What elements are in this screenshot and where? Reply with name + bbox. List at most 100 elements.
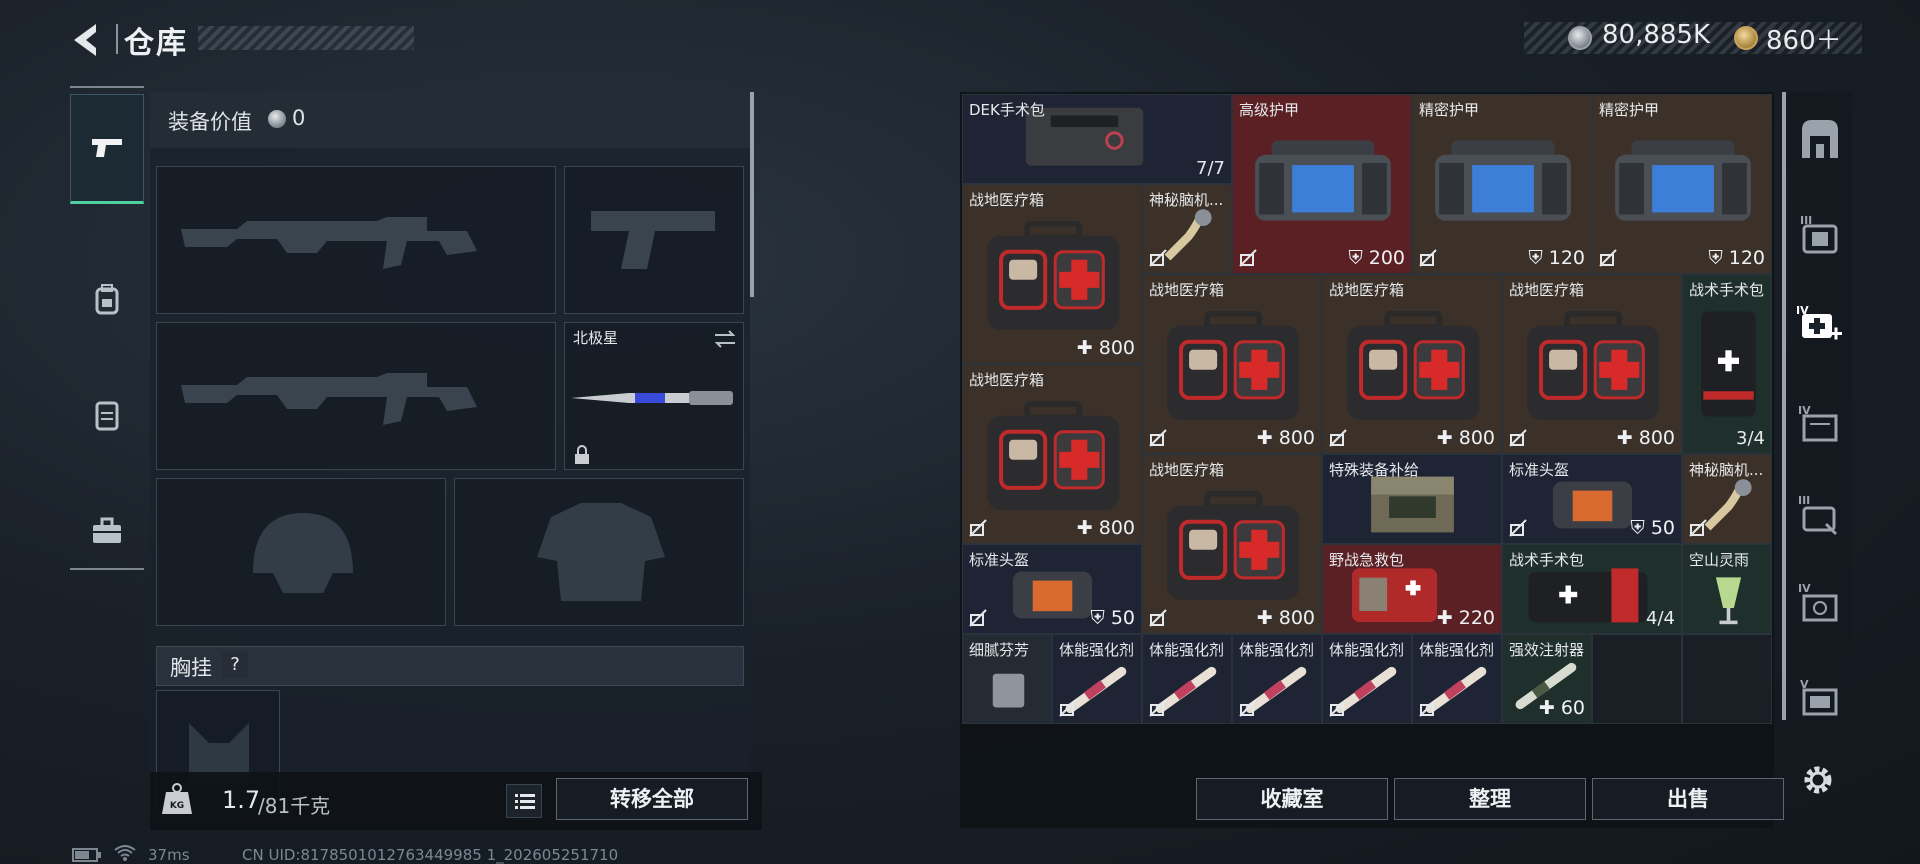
storage-icon [1802, 120, 1838, 158]
inventory-item[interactable]: 体能强化剂 [1052, 634, 1142, 724]
inventory-item[interactable]: 特殊装备补给 [1322, 454, 1502, 544]
item-value-prefix: ✚ [1538, 697, 1561, 719]
inventory-item[interactable]: 战地医疗箱 ✚ 800 [1322, 274, 1502, 454]
item-value: ⛨ 50 [1091, 607, 1135, 629]
help-icon[interactable]: ? [222, 652, 248, 678]
tab-tier5-gear[interactable]: V [1788, 660, 1852, 740]
no-trade-icon [1149, 699, 1167, 717]
tab-backpack[interactable] [70, 242, 144, 356]
item-name: 体能强化剂 [1239, 641, 1315, 659]
body-armor-icon [1615, 140, 1751, 221]
tab-tier4-medical[interactable]: IV [1788, 284, 1852, 370]
item-value-number: 800 [1638, 427, 1675, 449]
page-title: 仓库 [124, 26, 188, 61]
inventory-item[interactable]: 体能强化剂 [1322, 634, 1412, 724]
tab-tier4-supplies[interactable]: IV [1788, 384, 1852, 470]
body-armor-icon [1255, 140, 1391, 221]
secondary-weapon-slot[interactable] [156, 322, 556, 470]
sell-button[interactable]: 出售 [1592, 778, 1784, 820]
equipment-category-tabs [70, 86, 144, 570]
inventory-item[interactable]: 体能强化剂 [1142, 634, 1232, 724]
tab-weapons[interactable] [70, 94, 144, 204]
inventory-item[interactable]: 空山灵雨 [1682, 544, 1772, 634]
item-value-number: 120 [1548, 247, 1585, 269]
glass-icon [992, 673, 1024, 707]
inventory-item[interactable]: 标准头盔 ⛨ 50 [962, 544, 1142, 634]
item-count: 7/7 [1196, 158, 1225, 179]
no-trade-icon [1329, 429, 1347, 447]
drink-icon [1715, 577, 1741, 625]
tab-tier3-tools[interactable]: III [1788, 474, 1852, 560]
transfer-all-button[interactable]: 转移全部 [556, 778, 748, 820]
no-trade-icon [1149, 429, 1167, 447]
inventory-item[interactable]: 神秘脑机... [1142, 184, 1232, 274]
item-name: 体能强化剂 [1149, 641, 1225, 659]
tab-all-storage[interactable] [1788, 100, 1852, 186]
empty-inventory-slot[interactable] [1592, 634, 1682, 724]
chest-rig-label: 胸挂 [170, 656, 212, 680]
inventory-item[interactable]: 精密护甲 ⛨ 120 [1592, 94, 1772, 274]
inventory-item[interactable]: 标准头盔 ⛨ 50 [1502, 454, 1682, 544]
item-name: 精密护甲 [1419, 101, 1480, 119]
item-name: 特殊装备补给 [1329, 461, 1420, 479]
gold-currency-amount[interactable]: 860＋ [1766, 20, 1842, 57]
inventory-item[interactable]: 体能强化剂 [1232, 634, 1322, 724]
inventory-item[interactable]: 战地医疗箱 ✚ 800 [1142, 274, 1322, 454]
tab-tier3-gear[interactable]: III [1788, 194, 1852, 280]
inventory-item[interactable]: 神秘脑机... [1682, 454, 1772, 544]
backpack-icon [95, 284, 119, 315]
inventory-item[interactable]: 高级护甲 ⛨ 200 [1232, 94, 1412, 274]
tab-vest[interactable] [70, 358, 144, 472]
collection-room-button[interactable]: 收藏室 [1196, 778, 1388, 820]
item-name: 战地医疗箱 [1509, 281, 1585, 299]
tier4-medical-icon: IV [1796, 304, 1842, 340]
medical-box-icon [986, 401, 1120, 510]
tactical-surgery-bag-icon [1700, 311, 1756, 417]
back-button[interactable] [66, 18, 110, 62]
item-name: 战地医疗箱 [1329, 281, 1405, 299]
item-name: 精密护甲 [1599, 101, 1660, 119]
title-separator [116, 24, 118, 54]
inventory-scrollbar[interactable] [1782, 92, 1786, 720]
item-name: DEK手术包 [969, 101, 1045, 119]
item-name: 细腻芬芳 [969, 641, 1030, 659]
list-view-button[interactable] [506, 784, 542, 818]
equipment-scrollbar[interactable] [750, 92, 754, 297]
armor-slot[interactable] [454, 478, 744, 626]
empty-inventory-slot[interactable] [1682, 634, 1772, 724]
item-value-number: 220 [1458, 607, 1495, 629]
inventory-item[interactable]: 细腻芬芳 [962, 634, 1052, 724]
inventory-item[interactable]: 精密护甲 ⛨ 120 [1412, 94, 1592, 274]
medical-box-icon [986, 221, 1120, 330]
inventory-item[interactable]: 战地医疗箱 ✚ 800 [1502, 274, 1682, 454]
tab-case[interactable] [70, 474, 144, 588]
no-trade-icon [1599, 249, 1617, 267]
item-name: 标准头盔 [969, 551, 1030, 569]
silver-coin-icon [1568, 26, 1592, 50]
inventory-item[interactable]: 野战急救包 ✚ 220 [1322, 544, 1502, 634]
primary-weapon-slot[interactable] [156, 166, 556, 314]
medical-box-icon [1166, 311, 1300, 420]
melee-slot[interactable]: 北极星 [564, 322, 744, 470]
inventory-item[interactable]: DEK手术包 7/7 [962, 94, 1232, 184]
inventory-item[interactable]: 战地医疗箱 ✚ 800 [962, 364, 1142, 544]
helmet-slot[interactable] [156, 478, 446, 626]
svg-text:KG: KG [170, 801, 184, 811]
inventory-item[interactable]: 强效注射器 ✚ 60 [1502, 634, 1592, 724]
swap-icon[interactable] [713, 329, 737, 349]
item-value-number: 800 [1278, 607, 1315, 629]
inventory-item[interactable]: 战地医疗箱 ✚ 800 [962, 184, 1142, 364]
item-name: 高级护甲 [1239, 101, 1300, 119]
tab-tier4-electronics[interactable]: IV [1788, 564, 1852, 650]
sidearm-slot[interactable] [564, 166, 744, 314]
no-trade-icon [1149, 609, 1167, 627]
inventory-item[interactable]: 战术手术包 4/4 [1502, 544, 1682, 634]
inventory-item[interactable]: 战地医疗箱 ✚ 800 [1142, 454, 1322, 634]
inventory-item[interactable]: 战术手术包 3/4 [1682, 274, 1772, 454]
item-name: 空山灵雨 [1689, 551, 1750, 569]
organize-button[interactable]: 整理 [1394, 778, 1586, 820]
lock-icon [575, 445, 589, 464]
inventory-item[interactable]: 体能强化剂 [1412, 634, 1502, 724]
item-value: ✚ 800 [1077, 337, 1135, 359]
settings-button[interactable] [1800, 762, 1836, 798]
